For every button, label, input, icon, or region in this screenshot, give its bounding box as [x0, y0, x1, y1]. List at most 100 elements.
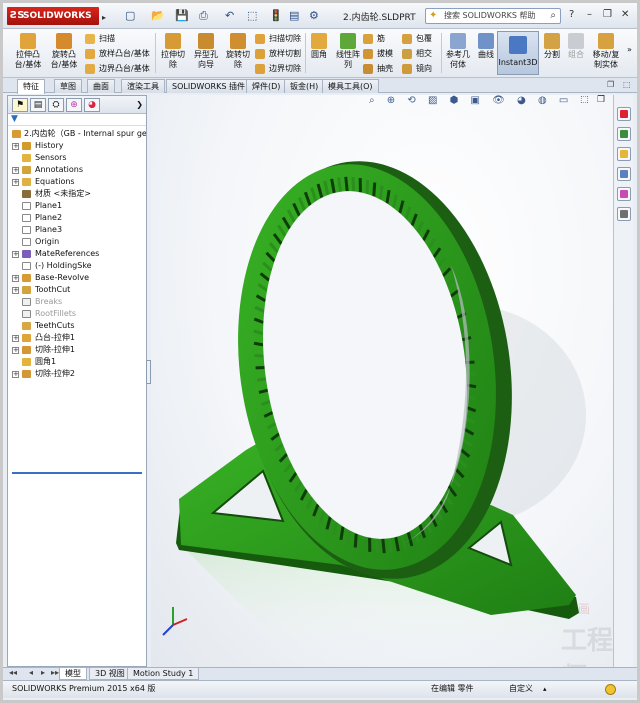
tab-3d-view[interactable]: 3D 视图 — [89, 668, 131, 680]
close-icon[interactable]: ✕ — [621, 9, 629, 20]
wrap-button[interactable]: 包覆 — [402, 32, 432, 45]
tab-model[interactable]: 模型 — [59, 668, 87, 680]
rollback-bar[interactable] — [12, 472, 142, 474]
dimxpert-tab-icon[interactable]: ⊕ — [66, 98, 82, 112]
tab-features[interactable]: 特征 — [17, 79, 45, 94]
tab-prev-icon[interactable]: ◂ — [29, 668, 33, 677]
undo-icon[interactable]: ↶ — [225, 8, 234, 24]
restore-view-icon[interactable]: ❐ — [607, 80, 614, 89]
graphics-area[interactable]: ⌕ ⊕ ⟲ ▨ ⬢ ▣ 👁 ◕ ◍ ▭ ⬚ ❐ 画 工程 — [151, 95, 613, 667]
sweep-button[interactable]: 扫描 — [85, 32, 115, 45]
boundary-boss-button[interactable]: 边界凸台/基体 — [85, 62, 150, 75]
solidworks-logo[interactable]: ƧS SOLIDWORKS — [7, 7, 99, 25]
fillet-button[interactable]: 圆角 — [307, 33, 331, 60]
expand-icon[interactable]: + — [12, 287, 19, 294]
revolve-cut-button[interactable]: 旋转切除 — [223, 33, 253, 70]
tab-surfaces[interactable]: 曲面 — [87, 79, 115, 93]
tree-filter[interactable]: ▼ — [8, 114, 146, 126]
quick-tips-icon[interactable] — [605, 684, 616, 695]
intersect-button[interactable]: 相交 — [402, 47, 432, 60]
swept-cut-button[interactable]: 扫描切除 — [255, 32, 301, 45]
tab-last-icon[interactable]: ▸▸ — [51, 668, 59, 677]
tab-sketch[interactable]: 草图 — [54, 79, 82, 93]
expand-icon[interactable]: + — [12, 179, 19, 186]
expand-icon[interactable]: + — [12, 335, 19, 342]
tab-addins[interactable]: SOLIDWORKS 插件 — [166, 79, 251, 93]
extrude-boss-button[interactable]: 拉伸凸 台/基体 — [11, 33, 45, 70]
rebuild-icon[interactable]: 🚦 — [269, 8, 283, 24]
design-library-icon[interactable] — [617, 127, 631, 141]
tree-item[interactable]: + ToothCut — [8, 284, 146, 296]
expand-icon[interactable]: + — [12, 143, 19, 150]
shell-button[interactable]: 抽壳 — [363, 62, 393, 75]
tab-weldments[interactable]: 焊件(D) — [246, 79, 287, 93]
more-commands-icon[interactable]: » — [627, 45, 632, 55]
search-icon[interactable]: ⌕ — [550, 9, 556, 23]
expand-icon[interactable]: + — [12, 251, 19, 258]
tree-item[interactable]: RootFillets — [8, 308, 146, 320]
draft-button[interactable]: 拔模 — [363, 47, 393, 60]
save-icon[interactable]: 💾 — [175, 8, 189, 24]
unit-system[interactable]: 自定义 — [509, 681, 533, 697]
tree-item[interactable]: + 切除-拉伸1 — [8, 344, 146, 356]
hole-wizard-button[interactable]: 异型孔 向导 — [191, 33, 221, 70]
expand-icon[interactable]: + — [12, 167, 19, 174]
units-menu-icon[interactable]: ▴ — [543, 681, 547, 697]
expand-icon[interactable]: + — [12, 371, 19, 378]
mirror-button[interactable]: 镜向 — [402, 62, 432, 75]
print-icon[interactable]: ⎙ — [199, 8, 208, 24]
tree-item[interactable]: Plane3 — [8, 224, 146, 236]
tab-mold-tools[interactable]: 模具工具(O) — [322, 79, 379, 93]
options-icon[interactable]: ⚙ — [309, 8, 319, 24]
tree-item[interactable]: + Equations — [8, 176, 146, 188]
tree-item[interactable]: + Annotations — [8, 164, 146, 176]
tree-item[interactable]: Sensors — [8, 152, 146, 164]
appearances-icon[interactable] — [617, 187, 631, 201]
expand-icon[interactable]: + — [12, 275, 19, 282]
display-manager-tab-icon[interactable]: ◕ — [84, 98, 100, 112]
boundary-cut-button[interactable]: 边界切除 — [255, 62, 301, 75]
tree-item[interactable]: Breaks — [8, 296, 146, 308]
tree-item[interactable]: 材质 <未指定> — [8, 188, 146, 200]
move-copy-button[interactable]: 移动/复 制实体 — [589, 33, 623, 70]
configuration-manager-tab-icon[interactable]: ⛭ — [48, 98, 64, 112]
select-icon[interactable]: ⬚ — [247, 8, 257, 24]
revolve-boss-button[interactable]: 旋转凸 台/基体 — [47, 33, 81, 70]
restore-icon[interactable]: ❐ — [603, 9, 612, 20]
collapse-icon[interactable]: ⬚ — [623, 80, 631, 89]
loft-button[interactable]: 放样凸台/基体 — [85, 47, 150, 60]
tree-item[interactable]: 圆角1 — [8, 356, 146, 368]
curves-button[interactable]: 曲线 — [475, 33, 497, 60]
extrude-cut-button[interactable]: 拉伸切除 — [157, 33, 189, 70]
tree-item[interactable]: + Base-Revolve — [8, 272, 146, 284]
combine-button[interactable]: 组合 — [565, 33, 587, 60]
instant3d-button[interactable]: Instant3D — [497, 31, 539, 75]
reference-geometry-button[interactable]: 参考几 何体 — [443, 33, 473, 70]
tree-item[interactable]: + History — [8, 140, 146, 152]
feature-manager-tab-icon[interactable]: ⚑ — [12, 98, 28, 112]
view-palette-icon[interactable] — [617, 167, 631, 181]
tree-item[interactable]: Origin — [8, 236, 146, 248]
split-button[interactable]: 分割 — [541, 33, 563, 60]
resources-icon[interactable] — [617, 107, 631, 121]
menu-expand-icon[interactable]: ▸ — [102, 13, 106, 22]
tree-item[interactable]: + MateReferences — [8, 248, 146, 260]
tab-next-icon[interactable]: ▸ — [41, 668, 45, 677]
custom-properties-icon[interactable] — [617, 207, 631, 221]
lofted-cut-button[interactable]: 放样切割 — [255, 47, 301, 60]
tree-item[interactable]: + 切除-拉伸2 — [8, 368, 146, 380]
expand-icon[interactable]: + — [12, 347, 19, 354]
tree-item[interactable]: Plane2 — [8, 212, 146, 224]
minimize-icon[interactable]: – — [587, 9, 592, 20]
tree-item[interactable]: + 凸台-拉伸1 — [8, 332, 146, 344]
help-icon[interactable]: ? — [569, 9, 574, 20]
tree-item[interactable]: TeethCuts — [8, 320, 146, 332]
tab-render-tools[interactable]: 渲染工具 — [121, 79, 165, 93]
tab-sheet-metal[interactable]: 钣金(H) — [284, 79, 325, 93]
new-document-icon[interactable]: ▢ — [125, 8, 135, 24]
tree-item[interactable]: Plane1 — [8, 200, 146, 212]
tree-root-part[interactable]: 2.内齿轮（GB - Internal spur ge — [8, 128, 146, 140]
tab-motion-study[interactable]: Motion Study 1 — [127, 668, 200, 680]
rib-button[interactable]: 筋 — [363, 32, 385, 45]
linear-pattern-button[interactable]: 线性阵列 — [333, 33, 363, 70]
